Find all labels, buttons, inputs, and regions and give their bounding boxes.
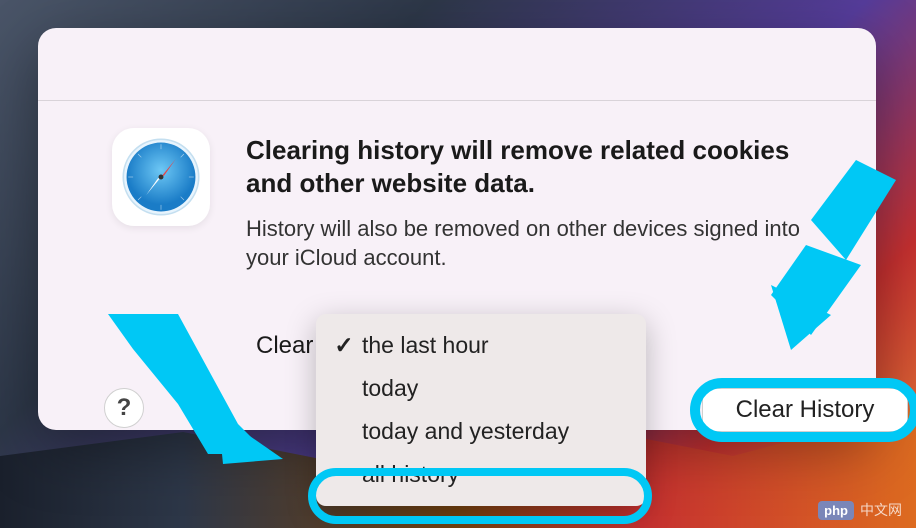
dialog-text-area: Clearing history will remove related coo… (246, 128, 830, 296)
safari-icon (120, 136, 202, 218)
menu-item-label: the last hour (362, 332, 628, 359)
clear-range-menu: ✓ the last hour today today and yesterda… (316, 314, 646, 506)
watermark: php 中文网 (818, 500, 902, 520)
dialog-content: Clearing history will remove related coo… (112, 128, 830, 296)
help-button[interactable]: ? (104, 388, 144, 428)
app-icon-wrap (112, 128, 210, 226)
menu-item-label: today (362, 375, 628, 402)
watermark-badge: php (818, 501, 854, 520)
menu-item-today-yesterday[interactable]: today and yesterday (324, 410, 638, 453)
checkmark-icon: ✓ (334, 332, 354, 359)
menu-item-last-hour[interactable]: ✓ the last hour (324, 324, 638, 367)
menu-item-all-history[interactable]: all history (324, 453, 638, 496)
clear-history-button-label: Clear History (736, 396, 875, 424)
menu-item-label: all history (362, 461, 628, 488)
dialog-divider (38, 100, 876, 101)
dialog-title: Clearing history will remove related coo… (246, 134, 830, 199)
help-button-label: ? (117, 394, 132, 422)
watermark-text: 中文网 (860, 500, 902, 520)
dialog-subtitle: History will also be removed on other de… (246, 215, 830, 272)
menu-item-today[interactable]: today (324, 367, 638, 410)
clear-history-button[interactable]: Clear History (702, 388, 908, 432)
clear-range-label: Clear (256, 332, 313, 360)
menu-item-label: today and yesterday (362, 418, 628, 445)
